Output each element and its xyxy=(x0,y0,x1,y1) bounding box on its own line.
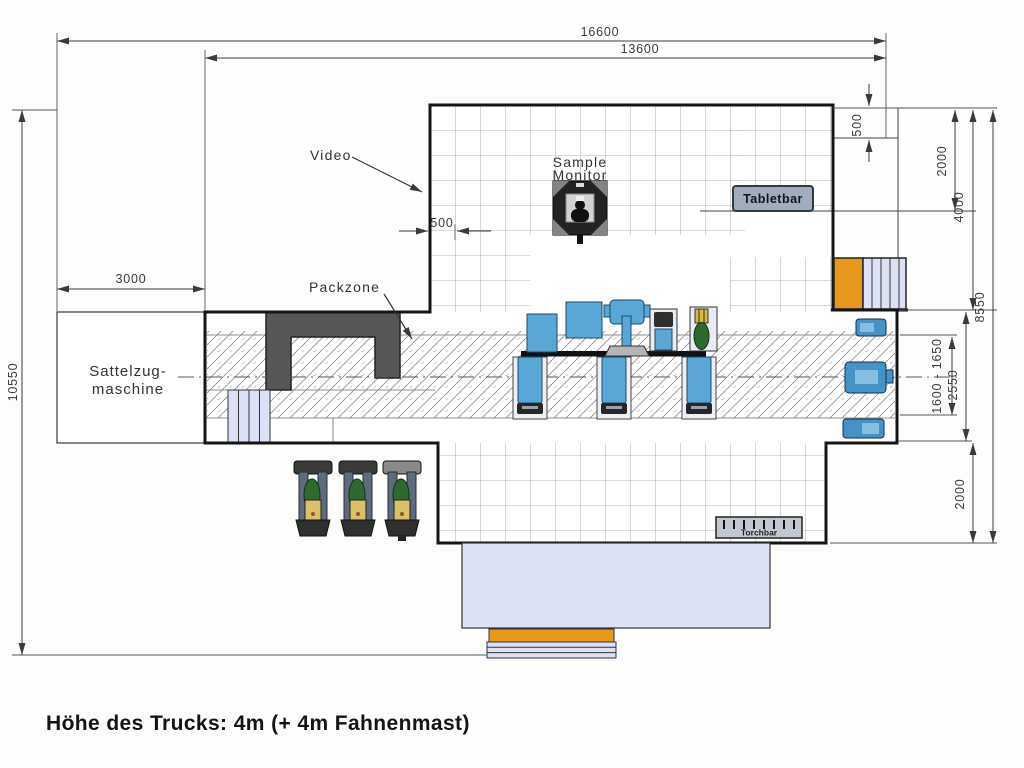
packzone-stairs xyxy=(228,390,270,442)
tractor-label-1: Sattelzug- xyxy=(89,363,167,380)
torch-trolleys xyxy=(294,461,421,541)
dim-tractor-width: 3000 xyxy=(115,272,146,286)
side-entry-stairs xyxy=(863,258,906,309)
video-label: Video xyxy=(310,147,352,163)
dim-total-height: 10550 xyxy=(6,363,20,402)
torchbar-label: Torchbar xyxy=(741,528,778,538)
dim-right-top: 2000 xyxy=(935,145,949,176)
machine-row-lower xyxy=(513,357,716,419)
tabletbar-label: Tabletbar xyxy=(743,192,803,206)
side-entry-highlight xyxy=(834,258,863,309)
machine-capper xyxy=(650,309,677,351)
floorplan-drawing: Tabletbar Torchbar xyxy=(0,0,1024,768)
side-entry-wing xyxy=(831,258,908,310)
machine-bottle-filler xyxy=(690,307,717,351)
screenshot-stage: BFS GmbH, 2025-10-02, (c) http://www.bfs… xyxy=(0,0,1024,768)
tabletbar: Tabletbar xyxy=(733,186,813,211)
machine-blue-1 xyxy=(527,314,557,352)
dim-strip-depth: 2550 xyxy=(946,369,960,400)
tractor-label-2: maschine xyxy=(92,381,164,398)
dim-right-upper: 4000 xyxy=(952,191,966,222)
fill-station xyxy=(682,357,716,419)
front-stairs-highlight xyxy=(489,629,614,642)
height-note: Höhe des Trucks: 4m (+ 4m Fahnenmast) xyxy=(46,712,470,736)
dim-right-height: 8550 xyxy=(973,291,987,322)
torch-trolley xyxy=(339,461,377,536)
fill-station xyxy=(597,357,631,419)
torchbar: Torchbar xyxy=(716,517,802,538)
dim-belt-height: 1600 - 1650 xyxy=(930,338,944,414)
dim-right-bottom: 2000 xyxy=(953,478,967,509)
front-stairs xyxy=(487,642,616,658)
dim-roof-offset: 500 xyxy=(850,113,864,136)
torch-trolley xyxy=(383,461,421,541)
fill-station xyxy=(513,357,547,419)
dim-grid-step: 500 xyxy=(430,216,453,230)
packzone-label: Packzone xyxy=(309,279,380,295)
machine-blue-2 xyxy=(566,302,602,338)
torch-trolley xyxy=(294,461,332,536)
sample-monitor-icon xyxy=(553,181,607,244)
sample-monitor-label-2: Monitor xyxy=(552,167,607,183)
dim-trailer-width: 13600 xyxy=(621,42,660,56)
dim-total-width: 16600 xyxy=(581,25,620,39)
